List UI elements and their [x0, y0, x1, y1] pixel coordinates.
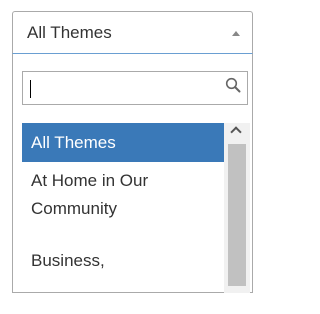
option-all-themes[interactable]: All Themes [22, 123, 224, 162]
caret-up-icon [232, 31, 240, 36]
scroll-thumb[interactable] [228, 144, 246, 286]
chevron-up-icon[interactable] [224, 123, 250, 144]
option-at-home-in-our-community[interactable]: At Home in Our Community [22, 162, 224, 234]
themes-select[interactable]: All Themes [12, 11, 253, 53]
scrollbar[interactable] [224, 123, 250, 293]
search-box [22, 71, 248, 105]
search-icon [225, 77, 241, 93]
themes-dropdown: All Themes At Home in Our Community Busi… [12, 53, 253, 293]
options-list: All Themes At Home in Our Community Busi… [22, 123, 224, 313]
select-value: All Themes [27, 23, 112, 42]
text-cursor [30, 80, 31, 98]
option-business[interactable]: Business, [22, 234, 224, 314]
search-input[interactable] [27, 73, 219, 103]
